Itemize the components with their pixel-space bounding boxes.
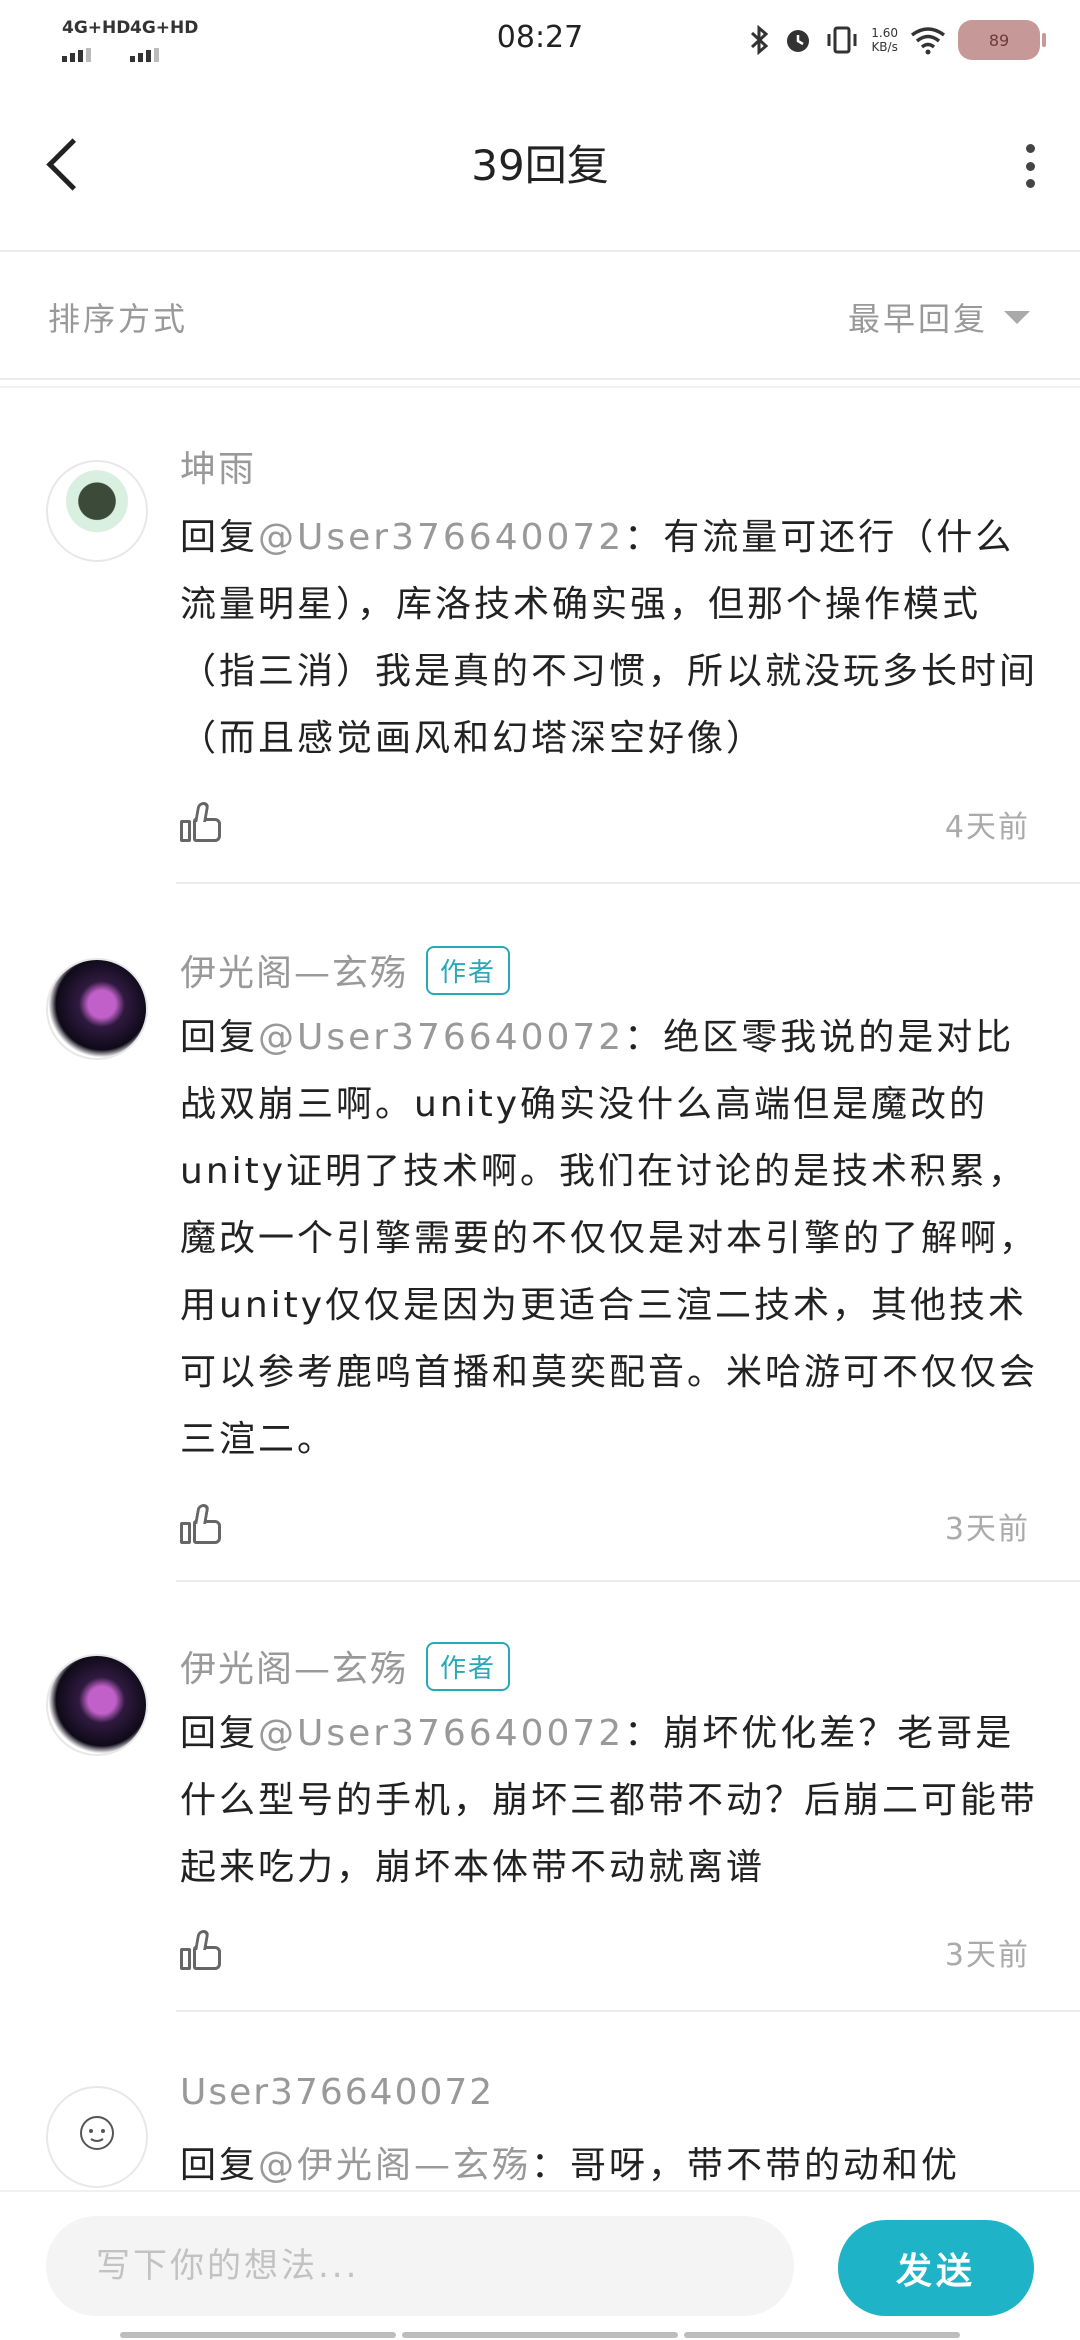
status-icons: 1.60 KB/s 89	[749, 18, 1046, 62]
comment-time: 3天前	[944, 1938, 1030, 1973]
comment-author-row: 伊光阁—玄殇 作者	[180, 1640, 511, 1692]
reply-prefix: 回复	[180, 517, 259, 558]
comment-author[interactable]: 伊光阁—玄殇	[180, 1640, 408, 1692]
wifi-icon	[910, 27, 946, 55]
comment-divider	[176, 2010, 1080, 2012]
gesture-bar	[120, 2332, 960, 2338]
network-speed: 1.60 KB/s	[871, 26, 898, 54]
more-icon[interactable]	[1020, 144, 1040, 188]
avatar[interactable]	[46, 1654, 148, 1756]
comment-author[interactable]: 伊光阁—玄殇	[180, 944, 408, 996]
avatar[interactable]	[46, 2086, 148, 2188]
author-badge: 作者	[426, 1641, 511, 1691]
sort-caret-icon	[1004, 310, 1030, 324]
network-speed-value: 1.60	[871, 26, 898, 40]
mention-link[interactable]: @User376640072	[258, 1017, 624, 1058]
like-icon[interactable]	[180, 1930, 222, 1972]
page-title: 39回复	[471, 141, 609, 190]
reply-prefix: 回复	[180, 2145, 259, 2186]
section-divider	[0, 386, 1080, 388]
comment-author[interactable]: User376640072	[180, 2072, 494, 2113]
sort-label: 排序方式	[48, 300, 189, 338]
comment-time: 3天前	[944, 1512, 1030, 1547]
comment-divider	[176, 1580, 1080, 1582]
comment-author-row: 坤雨	[180, 440, 256, 492]
comment-time: 4天前	[944, 810, 1030, 845]
like-icon[interactable]	[180, 802, 222, 844]
sort-dropdown[interactable]: 最早回复	[848, 294, 1030, 340]
battery-level: 89	[988, 30, 1010, 50]
comment-text: ：哥呀，带不带的动和优	[531, 2145, 961, 2186]
comment-input[interactable]	[46, 2216, 794, 2316]
network-speed-unit: KB/s	[871, 40, 898, 54]
avatar[interactable]	[46, 958, 148, 1060]
status-bar: 4G+HD 4G+HD 08:27 1.60 KB/s 89	[0, 0, 1080, 80]
comment-item: User376640072 回复@伊光阁—玄殇：哥呀，带不带的动和优	[0, 2072, 1080, 2190]
comment-body: 回复@User376640072：绝区零我说的是对比战双崩三啊。unity确实没…	[180, 1004, 1040, 1473]
mention-link[interactable]: @伊光阁—玄殇	[258, 2145, 531, 2186]
composer-bar: 发送	[0, 2190, 1080, 2340]
comment-author-row: User376640072	[180, 2072, 494, 2113]
mention-link[interactable]: @User376640072	[258, 1713, 624, 1754]
reply-prefix: 回复	[180, 1713, 259, 1754]
like-icon[interactable]	[180, 1504, 222, 1546]
comment-body: 回复@伊光阁—玄殇：哥呀，带不带的动和优	[180, 2132, 1040, 2190]
send-button[interactable]: 发送	[838, 2220, 1034, 2316]
comment-body: 回复@User376640072：有流量可还行（什么流量明星），库洛技术确实强，…	[180, 504, 1040, 772]
sort-bar: 排序方式 最早回复	[0, 254, 1080, 380]
alarm-icon	[787, 30, 810, 52]
reply-prefix: 回复	[180, 1017, 259, 1058]
avatar-sketch-icon	[80, 2116, 114, 2150]
mention-link[interactable]: @User376640072	[258, 517, 624, 558]
bluetooth-icon	[751, 25, 769, 55]
author-badge: 作者	[426, 945, 511, 995]
comment-text: ：绝区零我说的是对比战双崩三啊。unity确实没什么高端但是魔改的unity证明…	[180, 1017, 1039, 1460]
comment-divider	[176, 882, 1080, 884]
top-app-bar: 39回复	[0, 80, 1080, 252]
sort-value-label: 最早回复	[847, 300, 988, 338]
avatar[interactable]	[46, 460, 148, 562]
vibrate-icon	[827, 26, 857, 54]
comment-author[interactable]: 坤雨	[180, 440, 256, 492]
battery-icon: 89	[958, 20, 1046, 60]
comment-body: 回复@User376640072：崩坏优化差？老哥是什么型号的手机，崩坏三都带不…	[180, 1700, 1040, 1901]
comment-author-row: 伊光阁—玄殇 作者	[180, 944, 511, 996]
